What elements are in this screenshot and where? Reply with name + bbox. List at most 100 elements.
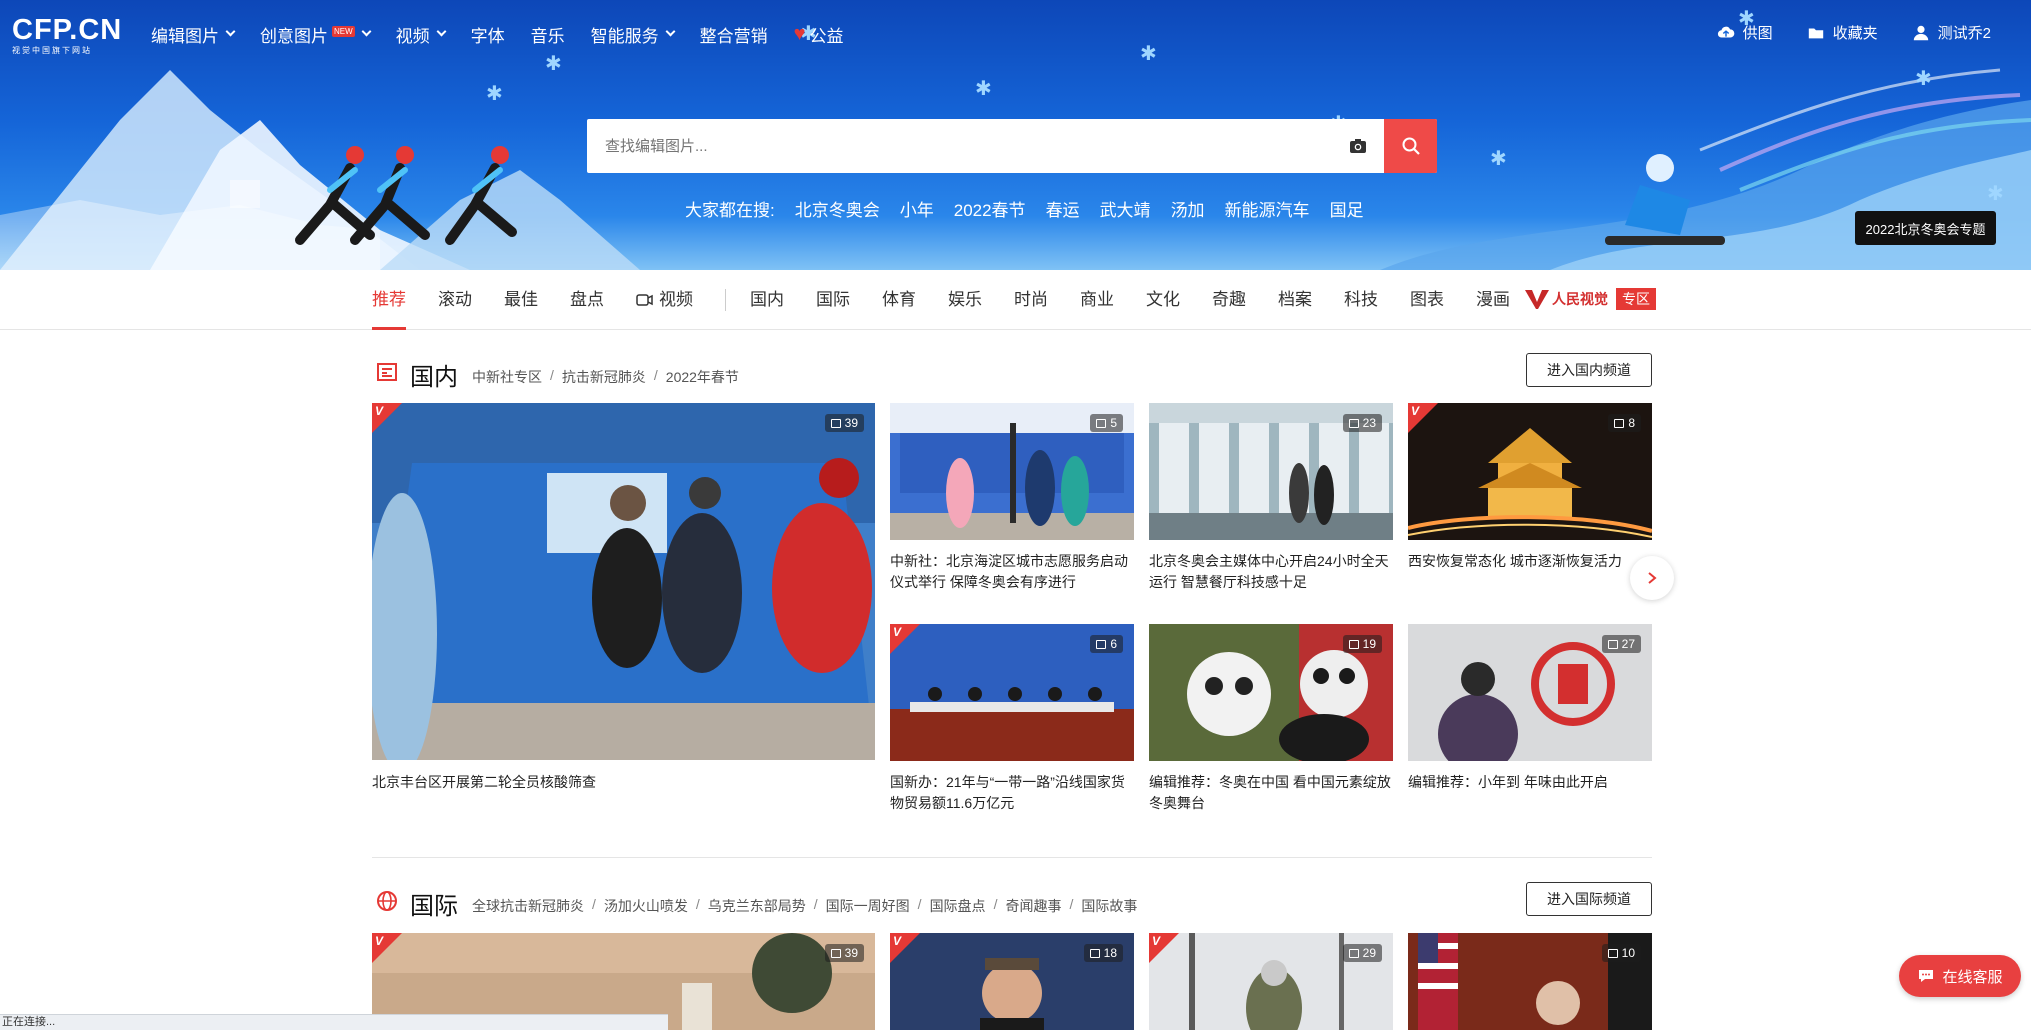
hot-search-term[interactable]: 北京冬奥会 <box>795 196 880 221</box>
nav-fonts[interactable]: 字体 <box>471 22 505 46</box>
photo-card[interactable]: V 39 <box>372 403 875 760</box>
username: 测试乔2 <box>1937 25 1991 42</box>
carousel-next-button[interactable] <box>1630 556 1674 600</box>
tab-fashion[interactable]: 时尚 <box>1014 270 1048 330</box>
search-bar <box>587 119 1437 173</box>
tab-video[interactable]: 视频 <box>636 270 693 330</box>
subtopic-link[interactable]: 2022年春节 <box>666 367 739 387</box>
nav-video[interactable]: 视频 <box>395 22 447 46</box>
stack-icon <box>1096 639 1107 649</box>
subtopic-link[interactable]: 国际一周好图 <box>826 896 910 916</box>
tab-international[interactable]: 国际 <box>816 270 850 330</box>
nav-smart-services[interactable]: 智能服务 <box>591 22 676 46</box>
tab-oddities[interactable]: 奇趣 <box>1212 270 1246 330</box>
v-tag-letter: V <box>1411 404 1420 418</box>
nav-integrated-marketing[interactable]: 整合营销 <box>700 22 768 46</box>
photo-caption[interactable]: 编辑推荐：冬奥在中国 看中国元素绽放冬奥舞台 <box>1149 772 1393 814</box>
hot-search-term[interactable]: 春运 <box>1046 196 1080 221</box>
subtopic-link[interactable]: 国际盘点 <box>930 896 986 916</box>
tab-review[interactable]: 盘点 <box>570 270 604 330</box>
nav-label: 音乐 <box>530 26 565 46</box>
slash-divider: / <box>653 367 658 383</box>
hot-search-term[interactable]: 小年 <box>900 196 934 221</box>
tab-charts[interactable]: 图表 <box>1410 270 1444 330</box>
photo-card[interactable]: V 8 <box>1408 403 1652 540</box>
chevron-down-icon <box>436 26 447 37</box>
site-logo[interactable]: CFP.CN 视觉中国旗下网站 <box>12 14 122 56</box>
photo-caption[interactable]: 北京冬奥会主媒体中心开启24小时全天运行 智慧餐厅科技感十足 <box>1149 551 1393 593</box>
hot-searches-label: 大家都在搜: <box>685 201 775 220</box>
tab-business[interactable]: 商业 <box>1080 270 1114 330</box>
olympics-special-button[interactable]: 2022北京冬奥会专题 <box>1855 211 1996 245</box>
section-header-international: 国际 全球抗击新冠肺炎 / 汤加火山喷发 / 乌克兰东部局势 / 国际一周好图 / 国际… <box>372 882 1652 922</box>
hot-search-term[interactable]: 新能源汽车 <box>1225 196 1310 221</box>
tab-sports[interactable]: 体育 <box>882 270 916 330</box>
tab-culture[interactable]: 文化 <box>1146 270 1180 330</box>
image-count: 39 <box>844 416 858 430</box>
subtopic-link[interactable]: 抗击新冠肺炎 <box>562 367 646 387</box>
svg-text:✱: ✱ <box>1987 181 2004 205</box>
tab-entertainment[interactable]: 娱乐 <box>948 270 982 330</box>
chevron-right-icon <box>1648 572 1657 584</box>
nav-label: 整合营销 <box>699 26 768 46</box>
subtopic-link[interactable]: 乌克兰东部局势 <box>708 896 806 916</box>
subtopic-links: 中新社专区 / 抗击新冠肺炎 / 2022年春节 <box>472 367 739 387</box>
camera-icon <box>1350 139 1366 153</box>
photo-caption[interactable]: 北京丰台区开展第二轮全员核酸筛查 <box>372 772 875 793</box>
photo-card[interactable]: 23 <box>1149 403 1393 540</box>
tab-comics[interactable]: 漫画 <box>1476 270 1510 330</box>
photo-card[interactable]: 5 <box>890 403 1134 540</box>
nav-creative-images[interactable]: 创意图片 NEW <box>260 22 372 46</box>
upload-link[interactable]: 供图 <box>1717 22 1773 43</box>
subtopic-link[interactable]: 中新社专区 <box>472 367 542 387</box>
photo-card[interactable]: V 6 <box>890 624 1134 761</box>
search-button[interactable] <box>1384 119 1437 173</box>
subtopic-link[interactable]: 国际故事 <box>1081 896 1137 916</box>
enter-international-button[interactable]: 进入国际频道 <box>1526 882 1652 916</box>
image-count-badge: 5 <box>1090 414 1123 432</box>
image-count: 6 <box>1110 637 1117 651</box>
photo-card[interactable]: V 29 <box>1149 933 1393 1030</box>
subtopic-link[interactable]: 汤加火山喷发 <box>604 896 688 916</box>
svg-text:✱: ✱ <box>1490 146 1507 170</box>
image-count-badge: 23 <box>1342 414 1382 432</box>
image-search-button[interactable] <box>1332 119 1384 173</box>
svg-text:✱: ✱ <box>1140 41 1157 65</box>
photo-card[interactable]: V 18 <box>890 933 1134 1030</box>
tab-best[interactable]: 最佳 <box>504 270 538 330</box>
subtopic-link[interactable]: 奇闻趣事 <box>1005 896 1061 916</box>
photo-card[interactable]: 19 <box>1149 624 1393 761</box>
tab-archive[interactable]: 档案 <box>1278 270 1312 330</box>
photo-caption[interactable]: 国新办：21年与“一带一路”沿线国家货物贸易额11.6万亿元 <box>890 772 1134 814</box>
slash-divider: / <box>695 896 700 912</box>
tab-rolling[interactable]: 滚动 <box>438 270 472 330</box>
enter-domestic-button[interactable]: 进入国内频道 <box>1526 353 1652 387</box>
nav-editorial-images[interactable]: 编辑图片 <box>151 22 236 46</box>
tab-tech[interactable]: 科技 <box>1344 270 1378 330</box>
nav-music[interactable]: 音乐 <box>531 22 565 46</box>
hot-search-term[interactable]: 国足 <box>1330 196 1364 221</box>
photo-caption[interactable]: 西安恢复常态化 城市逐渐恢复活力 <box>1408 551 1652 572</box>
hot-search-term[interactable]: 武大靖 <box>1100 196 1151 221</box>
channel-bar: 推荐 滚动 最佳 盘点 视频 国内 国际 体育 娱乐 时尚 商业 文化 奇趣 档… <box>0 270 2031 330</box>
favorites-link[interactable]: 收藏夹 <box>1807 22 1878 43</box>
newspaper-icon <box>377 363 397 381</box>
tab-recommended[interactable]: 推荐 <box>372 270 406 330</box>
user-menu: 供图 收藏夹 测试乔2 <box>1717 22 1991 43</box>
photo-caption[interactable]: 编辑推荐：小年到 年味由此开启 <box>1408 772 1652 793</box>
tab-domestic[interactable]: 国内 <box>750 270 784 330</box>
photo-card[interactable]: 10 <box>1408 933 1652 1030</box>
search-icon <box>1402 137 1420 155</box>
hot-search-term[interactable]: 2022春节 <box>954 196 1026 221</box>
online-support-button[interactable]: 在线客服 <box>1899 955 2021 997</box>
people-visual-zone[interactable]: 人民视觉 专区 <box>1524 288 1656 310</box>
nav-label: 视频 <box>395 26 430 46</box>
video-camera-icon <box>636 294 653 306</box>
user-account[interactable]: 测试乔2 <box>1912 22 1991 43</box>
search-input[interactable] <box>587 119 1332 173</box>
hot-search-term[interactable]: 汤加 <box>1171 196 1205 221</box>
photo-card[interactable]: 27 <box>1408 624 1652 761</box>
subtopic-link[interactable]: 全球抗击新冠肺炎 <box>472 896 584 916</box>
photo-caption[interactable]: 中新社：北京海淀区城市志愿服务启动仪式举行 保障冬奥会有序进行 <box>890 551 1134 593</box>
nav-charity[interactable]: ♥ 公益 <box>794 22 844 46</box>
